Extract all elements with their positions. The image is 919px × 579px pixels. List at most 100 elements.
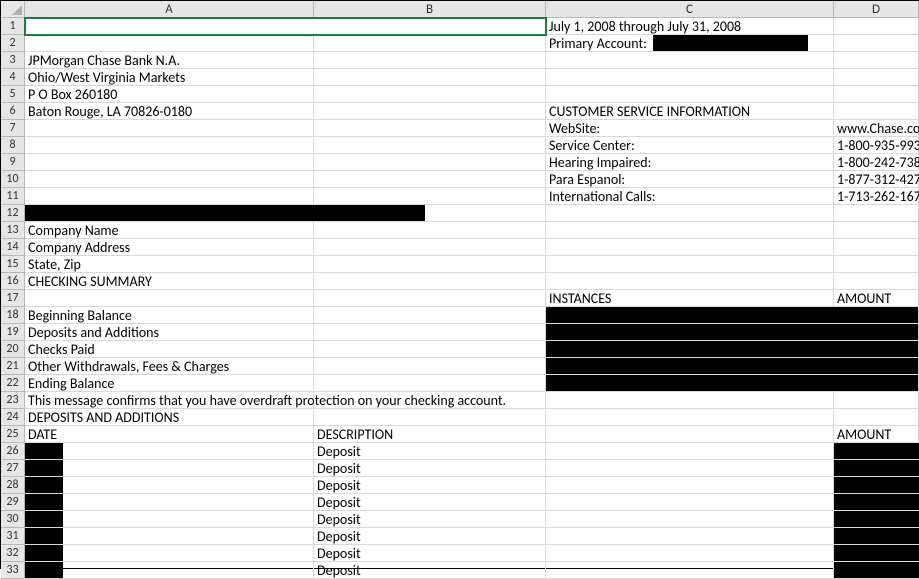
- column-header-A[interactable]: A: [25, 1, 314, 18]
- cell-D26[interactable]: [834, 443, 919, 460]
- cell-D22[interactable]: [834, 375, 919, 392]
- cell-A10[interactable]: [25, 171, 314, 188]
- column-header-C[interactable]: C: [546, 1, 834, 18]
- cell-B9[interactable]: [314, 154, 546, 171]
- cell-C11[interactable]: International Calls:: [546, 188, 834, 205]
- row-header-16[interactable]: 16: [1, 273, 25, 290]
- row-header-10[interactable]: 10: [1, 171, 25, 188]
- cell-B32[interactable]: Deposit: [314, 545, 546, 562]
- row-header-3[interactable]: 3: [1, 52, 25, 69]
- cell-C22[interactable]: [546, 375, 834, 392]
- cell-B8[interactable]: [314, 137, 546, 154]
- cell-B26[interactable]: Deposit: [314, 443, 546, 460]
- cell-C27[interactable]: [546, 460, 834, 477]
- cell-A30[interactable]: [25, 511, 314, 528]
- cell-A4[interactable]: Ohio/West Virginia Markets: [25, 69, 314, 86]
- cell-A13[interactable]: Company Name: [25, 222, 314, 239]
- cell-C30[interactable]: [546, 511, 834, 528]
- cell-D20[interactable]: [834, 341, 919, 358]
- cell-C16[interactable]: [546, 273, 834, 290]
- cell-B18[interactable]: [314, 307, 546, 324]
- cell-C25[interactable]: [546, 426, 834, 443]
- cell-C14[interactable]: [546, 239, 834, 256]
- cell-C1[interactable]: July 1, 2008 through July 31, 2008: [546, 18, 834, 35]
- cell-D8[interactable]: 1-800-935-9935: [834, 137, 919, 154]
- row-header-15[interactable]: 15: [1, 256, 25, 273]
- cell-D1[interactable]: [834, 18, 919, 35]
- cell-C26[interactable]: [546, 443, 834, 460]
- cell-B28[interactable]: Deposit: [314, 477, 546, 494]
- cell-A21[interactable]: Other Withdrawals, Fees & Charges: [25, 358, 314, 375]
- cell-B33[interactable]: Deposit: [314, 562, 546, 579]
- cell-B16[interactable]: [314, 273, 546, 290]
- cell-D15[interactable]: [834, 256, 919, 273]
- cell-C19[interactable]: [546, 324, 834, 341]
- cell-B15[interactable]: [314, 256, 546, 273]
- cell-B12[interactable]: [314, 205, 546, 222]
- cell-D19[interactable]: [834, 324, 919, 341]
- row-header-20[interactable]: 20: [1, 341, 25, 358]
- cell-D16[interactable]: [834, 273, 919, 290]
- cell-D24[interactable]: [834, 409, 919, 426]
- cell-D3[interactable]: [834, 52, 919, 69]
- cell-C7[interactable]: WebSite:: [546, 120, 834, 137]
- cell-C15[interactable]: [546, 256, 834, 273]
- cell-C31[interactable]: [546, 528, 834, 545]
- cell-B10[interactable]: [314, 171, 546, 188]
- cell-B17[interactable]: [314, 290, 546, 307]
- row-header-1[interactable]: 1: [1, 18, 25, 35]
- row-header-14[interactable]: 14: [1, 239, 25, 256]
- cell-A31[interactable]: [25, 528, 314, 545]
- cell-C24[interactable]: [546, 409, 834, 426]
- cell-A2[interactable]: [25, 35, 314, 52]
- row-header-8[interactable]: 8: [1, 137, 25, 154]
- row-header-23[interactable]: 23: [1, 392, 25, 409]
- cell-B11[interactable]: [314, 188, 546, 205]
- cell-A25[interactable]: DATE: [25, 426, 314, 443]
- cell-B7[interactable]: [314, 120, 546, 137]
- select-all-corner[interactable]: [1, 1, 25, 18]
- cell-D9[interactable]: 1-800-242-7383: [834, 154, 919, 171]
- cell-C8[interactable]: Service Center:: [546, 137, 834, 154]
- cell-C10[interactable]: Para Espanol:: [546, 171, 834, 188]
- cell-C32[interactable]: [546, 545, 834, 562]
- cell-D25[interactable]: AMOUNT: [834, 426, 919, 443]
- cell-A14[interactable]: Company Address: [25, 239, 314, 256]
- cell-B3[interactable]: [314, 52, 546, 69]
- cell-A7[interactable]: [25, 120, 314, 137]
- cell-D18[interactable]: [834, 307, 919, 324]
- cell-D17[interactable]: AMOUNT: [834, 290, 919, 307]
- cell-D21[interactable]: [834, 358, 919, 375]
- cell-A22[interactable]: Ending Balance: [25, 375, 314, 392]
- cell-C23[interactable]: [546, 392, 834, 409]
- cell-D4[interactable]: [834, 69, 919, 86]
- cell-D30[interactable]: [834, 511, 919, 528]
- cell-B27[interactable]: Deposit: [314, 460, 546, 477]
- cell-C2[interactable]: Primary Account:: [546, 35, 834, 52]
- cell-A8[interactable]: [25, 137, 314, 154]
- cell-C5[interactable]: [546, 86, 834, 103]
- cell-C12[interactable]: [546, 205, 834, 222]
- column-header-B[interactable]: B: [314, 1, 546, 18]
- cell-B4[interactable]: [314, 69, 546, 86]
- row-header-5[interactable]: 5: [1, 86, 25, 103]
- cell-C9[interactable]: Hearing Impaired:: [546, 154, 834, 171]
- cell-B24[interactable]: [314, 409, 546, 426]
- cell-D31[interactable]: [834, 528, 919, 545]
- spreadsheet-grid[interactable]: ABCD1July 1, 2008 through July 31, 20082…: [1, 1, 918, 579]
- row-header-31[interactable]: 31: [1, 528, 25, 545]
- cell-A1[interactable]: [25, 18, 546, 35]
- cell-B25[interactable]: DESCRIPTION: [314, 426, 546, 443]
- cell-D12[interactable]: [834, 205, 919, 222]
- cell-A33[interactable]: [25, 562, 314, 579]
- row-header-22[interactable]: 22: [1, 375, 25, 392]
- cell-A12[interactable]: [25, 205, 314, 222]
- cell-B14[interactable]: [314, 239, 546, 256]
- cell-A18[interactable]: Beginning Balance: [25, 307, 314, 324]
- cell-A20[interactable]: Checks Paid: [25, 341, 314, 358]
- cell-A24[interactable]: DEPOSITS AND ADDITIONS: [25, 409, 314, 426]
- cell-D28[interactable]: [834, 477, 919, 494]
- cell-D2[interactable]: [834, 35, 919, 52]
- cell-B5[interactable]: [314, 86, 546, 103]
- cell-D13[interactable]: [834, 222, 919, 239]
